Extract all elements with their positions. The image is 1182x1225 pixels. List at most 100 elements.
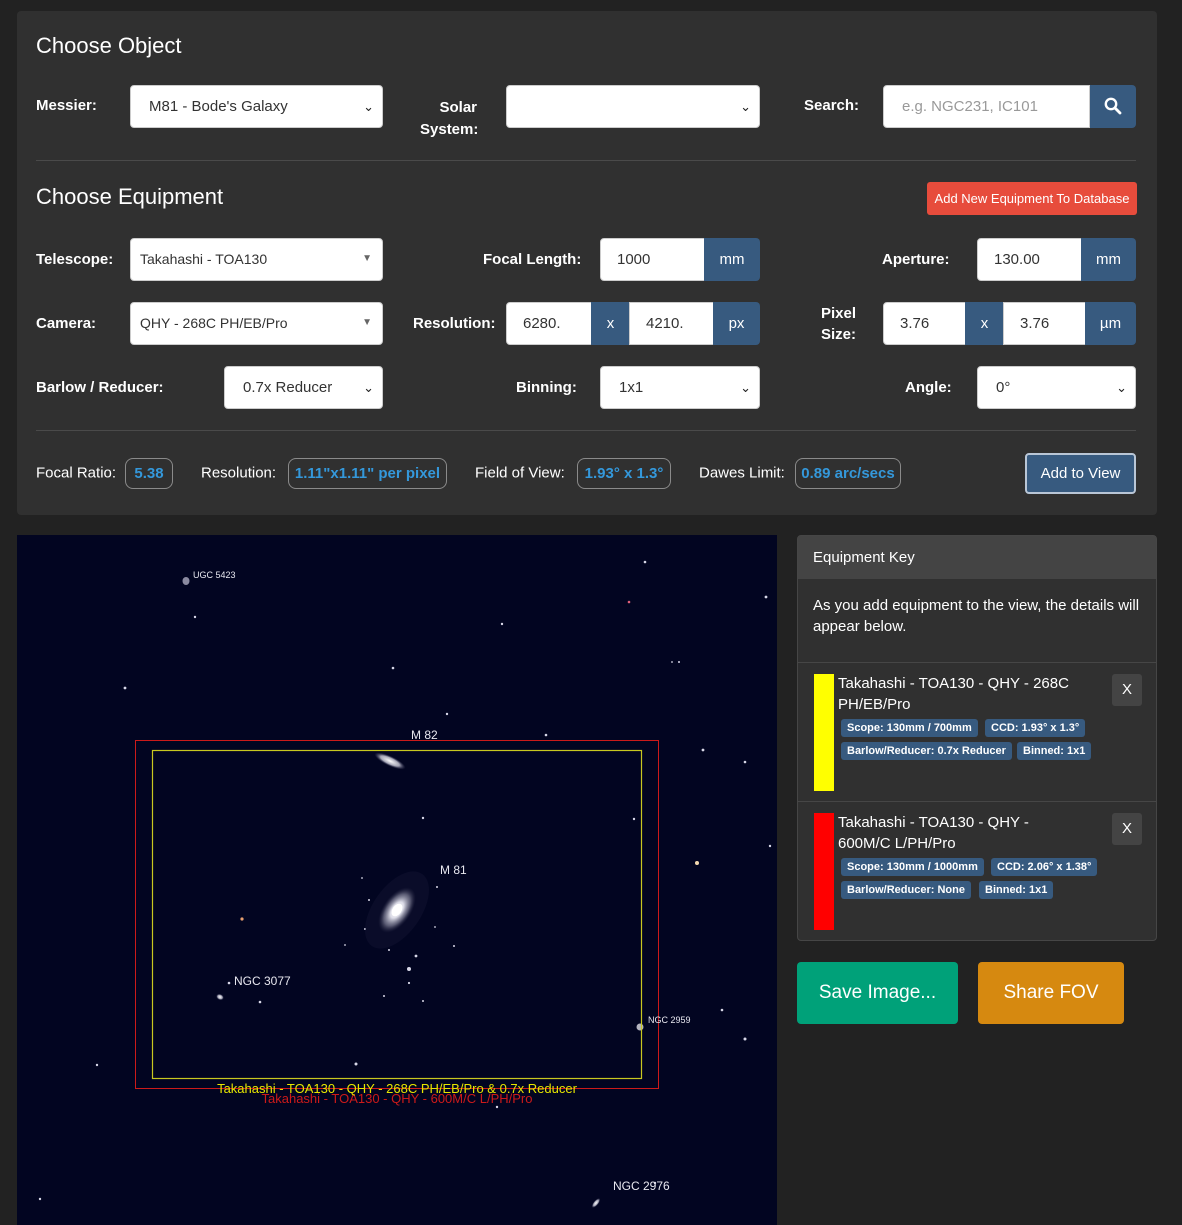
resolution-stat-label: Resolution:: [201, 464, 277, 482]
barlow-value: 0.7x Reducer: [243, 379, 333, 396]
scope-tag: Scope: 130mm / 1000mm: [841, 858, 984, 876]
search-label: Search:: [804, 97, 860, 114]
field-of-view-badge: 1.93° x 1.3°: [577, 458, 671, 489]
save-image-button[interactable]: Save Image...: [797, 962, 958, 1024]
galaxy-ugc5423: [182, 577, 190, 585]
barlow-label: Barlow / Reducer:: [36, 379, 164, 396]
remove-equipment-button[interactable]: X: [1112, 674, 1142, 706]
ccd-tag: CCD: 1.93° x 1.3°: [985, 719, 1086, 737]
binned-tag: Binned: 1x1: [1017, 742, 1092, 760]
focal-ratio-label: Focal Ratio:: [36, 464, 117, 482]
chevron-down-icon: ⌄: [363, 99, 374, 114]
pixel-size-label-line1: Pixel: [821, 305, 857, 322]
search-button[interactable]: [1090, 85, 1136, 128]
equipment-item-title: Takahashi - TOA130 - QHY - 268C PH/EB/Pr…: [838, 675, 1069, 713]
chevron-down-icon: ⌄: [363, 380, 374, 395]
galaxy-ngc3077: [216, 993, 224, 1001]
pixel-size-label-line2: Size:: [821, 326, 857, 343]
binning-value: 1x1: [619, 379, 644, 396]
chevron-down-icon: ⌄: [740, 380, 751, 395]
caret-down-icon: ▼: [362, 317, 372, 328]
resolution-unit: px: [713, 302, 760, 345]
focal-length-input[interactable]: 1000: [600, 238, 705, 281]
messier-select[interactable]: M81 - Bode's Galaxy ⌄: [130, 85, 383, 128]
solar-system-select[interactable]: ⌄: [506, 85, 760, 128]
chevron-down-icon: ⌄: [740, 99, 751, 114]
messier-label: Messier:: [36, 97, 97, 114]
angle-select[interactable]: 0° ⌄: [977, 366, 1136, 409]
label-ugc5423: UGC 5423: [193, 570, 236, 580]
divider: [36, 430, 1136, 431]
pixel-x-separator: x: [965, 302, 1004, 345]
label-m81: M 81: [440, 863, 467, 877]
messier-select-value: M81 - Bode's Galaxy: [149, 98, 288, 115]
caret-down-icon: ▼: [362, 253, 372, 264]
field-of-view-label: Field of View:: [475, 464, 565, 482]
resolution-x-input[interactable]: 6280.: [506, 302, 592, 345]
focal-length-unit: mm: [704, 238, 760, 281]
telescope-select[interactable]: Takahashi - TOA130 ▼: [130, 238, 383, 281]
scope-tag: Scope: 130mm / 700mm: [841, 719, 978, 737]
resolution-label: Resolution:: [413, 315, 496, 332]
camera-value: QHY - 268C PH/EB/Pro: [140, 315, 288, 331]
aperture-unit: mm: [1081, 238, 1136, 281]
telescope-value: Takahashi - TOA130: [140, 251, 268, 267]
angle-value: 0°: [996, 379, 1011, 396]
divider: [36, 160, 1136, 161]
solar-system-label: Solar System:: [420, 97, 479, 141]
binning-select[interactable]: 1x1 ⌄: [600, 366, 760, 409]
remove-equipment-button[interactable]: X: [1112, 813, 1142, 845]
resolution-y-input[interactable]: 4210.: [629, 302, 714, 345]
focal-length-label: Focal Length:: [483, 251, 582, 268]
sky-view[interactable]: UGC 5423 M 82 M 81 NGC 3077 NGC 2959 NGC…: [17, 535, 777, 1225]
solar-label-line2: System:: [420, 121, 479, 138]
dawes-limit-badge: 0.89 arc/secs: [795, 458, 901, 489]
share-fov-button[interactable]: Share FOV: [978, 962, 1124, 1024]
equipment-key-description: As you add equipment to the view, the de…: [813, 597, 1140, 635]
equipment-color-swatch: [814, 674, 834, 791]
chevron-down-icon: ⌄: [1116, 380, 1127, 395]
galaxy-ngc2976: [591, 1198, 601, 1208]
label-ngc2959: NGC 2959: [648, 1015, 691, 1025]
camera-label: Camera:: [36, 315, 97, 332]
choose-equipment-heading: Choose Equipment: [36, 184, 224, 209]
galaxy-ngc2959: [636, 1023, 644, 1031]
label-m82: M 82: [411, 728, 438, 742]
aperture-label: Aperture:: [882, 251, 950, 268]
camera-select[interactable]: QHY - 268C PH/EB/Pro ▼: [130, 302, 383, 345]
equipment-color-swatch: [814, 813, 834, 930]
add-to-view-button[interactable]: Add to View: [1025, 453, 1136, 494]
fov-caption-yellow: Takahashi - TOA130 - QHY - 268C PH/EB/Pr…: [217, 1081, 578, 1096]
search-icon: [1104, 97, 1122, 115]
aperture-input[interactable]: 130.00: [977, 238, 1082, 281]
telescope-label: Telescope:: [36, 251, 114, 268]
divider: [798, 662, 1156, 663]
resolution-badge: 1.11"x1.11" per pixel: [288, 458, 447, 489]
barlow-tag: Barlow/Reducer: 0.7x Reducer: [841, 742, 1012, 760]
ccd-tag: CCD: 2.06° x 1.38°: [991, 858, 1098, 876]
barlow-select[interactable]: 0.7x Reducer ⌄: [224, 366, 383, 409]
binned-tag: Binned: 1x1: [979, 881, 1054, 899]
add-new-equipment-button[interactable]: Add New Equipment To Database: [927, 182, 1137, 215]
divider: [798, 801, 1156, 802]
galaxy-m82: [374, 752, 406, 770]
equipment-item-title: Takahashi - TOA130 - QHY - 600M/C L/PH/P…: [838, 814, 1029, 852]
angle-label: Angle:: [905, 379, 952, 396]
dawes-limit-label: Dawes Limit:: [699, 464, 785, 482]
binning-label: Binning:: [516, 379, 577, 396]
label-ngc3077: NGC 3077: [234, 974, 291, 988]
sky-chart: UGC 5423 M 82 M 81 NGC 3077 NGC 2959 NGC…: [38, 560, 772, 1208]
choose-object-heading: Choose Object: [36, 33, 182, 58]
barlow-tag: Barlow/Reducer: None: [841, 881, 971, 899]
focal-ratio-badge: 5.38: [125, 458, 173, 489]
search-input[interactable]: e.g. NGC231, IC101: [883, 85, 1090, 128]
equipment-key-heading: Equipment Key: [798, 536, 1156, 579]
equipment-key-panel: Equipment Key As you add equipment to th…: [797, 535, 1157, 941]
solar-label-line1: Solar: [439, 99, 477, 116]
pixel-size-label: Pixel Size:: [821, 303, 857, 345]
label-ngc2976: NGC 2976: [613, 1179, 670, 1193]
pixel-size-unit: µm: [1085, 302, 1136, 345]
resolution-x-separator: x: [591, 302, 630, 345]
pixel-x-input[interactable]: 3.76: [883, 302, 966, 345]
pixel-y-input[interactable]: 3.76: [1003, 302, 1086, 345]
